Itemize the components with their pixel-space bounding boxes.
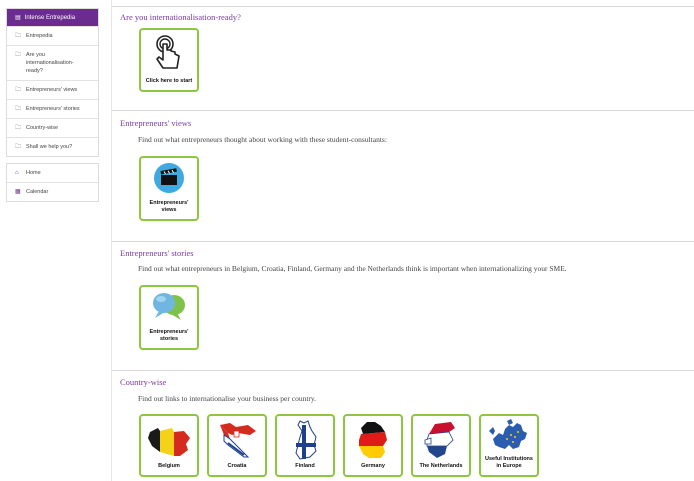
section-title-country: Country-wise [120, 377, 167, 387]
home-icon: ⌂ [15, 170, 19, 176]
section-divider [112, 370, 694, 371]
sidebar-nav: ▤ Intense Entrepedia 🗀 Entrepedia 🗀 Are … [6, 8, 99, 157]
europe-map-icon [489, 419, 527, 449]
views-tile-label-line2: views [161, 207, 177, 213]
sidebar-item-label: Entrepreneurs' views [26, 87, 78, 93]
sidebar-header[interactable]: ▤ Intense Entrepedia [7, 9, 98, 26]
section-divider [112, 6, 694, 7]
section-title-ready: Are you internationalisation-ready? [120, 12, 241, 22]
folder-icon: 🗀 [15, 125, 22, 131]
book-icon: ▤ [15, 15, 21, 21]
sidebar-item-stories[interactable]: 🗀 Entrepreneurs' stories [7, 99, 98, 118]
clapperboard-icon [154, 163, 184, 193]
country-tile-germany[interactable]: Germany [343, 414, 403, 477]
stories-tile-label-line1: Entrepreneurs' [149, 329, 189, 335]
folder-icon: 🗀 [15, 52, 22, 58]
country-tile-label: Germany [361, 463, 385, 469]
germany-map-icon [359, 422, 387, 458]
country-tile-label: Belgium [158, 463, 180, 469]
views-tile[interactable]: Entrepreneurs' views [139, 156, 199, 221]
sidebar-item-label: Entrepedia [26, 33, 53, 39]
country-tile-croatia[interactable]: Croatia [207, 414, 267, 477]
sidebar-item-calendar[interactable]: ▦ Calendar [7, 182, 98, 201]
stories-tile[interactable]: Entrepreneurs' stories [139, 285, 199, 350]
start-tile[interactable]: Click here to start [139, 28, 199, 92]
finland-map-icon [295, 420, 317, 460]
sidebar-item-country[interactable]: 🗀 Country-wise [7, 118, 98, 137]
sidebar-item-ready[interactable]: 🗀 Are you internationalisation-ready? [7, 45, 98, 80]
section-title-views: Entrepreneurs' views [120, 118, 192, 128]
calendar-icon: ▦ [15, 189, 21, 195]
speech-bubbles-icon [153, 293, 185, 320]
sidebar-item-label: Calendar [26, 189, 49, 195]
sidebar-header-label: Intense Entrepedia [24, 14, 76, 21]
views-tile-label: Entrepreneurs' views [150, 200, 189, 214]
country-tile-label: Croatia [227, 463, 247, 469]
stories-tile-label: Entrepreneurs' stories [150, 329, 189, 343]
sidebar-item-home[interactable]: ⌂ Home [7, 164, 98, 182]
main-content: Are you internationalisation-ready? Clic… [112, 0, 694, 481]
country-tile-belgium[interactable]: Belgium [139, 414, 199, 477]
sidebar-item-views[interactable]: 🗀 Entrepreneurs' views [7, 80, 98, 99]
sidebar-item-label: Entrepreneurs' stories [26, 106, 80, 112]
folder-icon: 🗀 [15, 87, 22, 93]
touch-hand-icon [156, 35, 180, 69]
country-tile-label: Finland [295, 463, 315, 469]
belgium-map-icon [148, 428, 190, 456]
country-tile-europe[interactable]: Useful Institutions in Europe [479, 414, 539, 477]
folder-icon: 🗀 [15, 33, 22, 39]
sidebar-item-label: Home [26, 170, 41, 176]
section-desc-stories: Find out what entrepreneurs in Belgium, … [138, 264, 567, 273]
start-tile-label: Click here to start [145, 78, 193, 84]
croatia-map-icon [220, 423, 256, 458]
sidebar-item-label: Are you internationalisation-ready? [26, 52, 74, 74]
netherlands-map-icon [424, 422, 455, 458]
sidebar-extra: ⌂ Home ▦ Calendar [6, 163, 99, 202]
stories-tile-label-line2: stories [159, 336, 179, 342]
section-desc-country: Find out links to internationalise your … [138, 394, 317, 403]
sidebar-item-help[interactable]: 🗀 Shall we help you? [7, 137, 98, 156]
country-tile-finland[interactable]: Finland [275, 414, 335, 477]
sidebar: ▤ Intense Entrepedia 🗀 Entrepedia 🗀 Are … [6, 8, 99, 202]
sidebar-item-label: Country-wise [26, 125, 59, 131]
section-divider [112, 241, 694, 242]
section-title-stories: Entrepreneurs' stories [120, 248, 194, 258]
section-desc-views: Find out what entrepreneurs thought abou… [138, 135, 387, 144]
country-tile-netherlands[interactable]: The Netherlands [411, 414, 471, 477]
section-divider [112, 110, 694, 111]
sidebar-item-label: Shall we help you? [26, 144, 73, 150]
views-tile-label-line1: Entrepreneurs' [149, 200, 189, 206]
folder-icon: 🗀 [15, 106, 22, 112]
folder-icon: 🗀 [15, 144, 22, 150]
country-tile-label: The Netherlands [419, 463, 463, 469]
country-tile-label: Useful Institutions in Europe [485, 456, 533, 469]
sidebar-item-entrepedia[interactable]: 🗀 Entrepedia [7, 26, 98, 45]
